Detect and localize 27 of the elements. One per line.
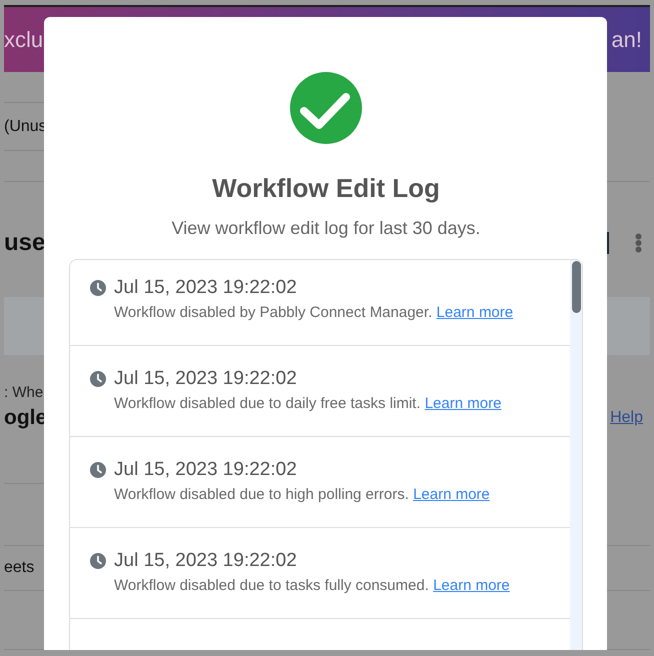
log-timestamp: Jul 15, 2023 19:22:02	[114, 277, 298, 299]
modal-subtitle: View workflow edit log for last 30 days.	[172, 217, 480, 239]
help-link[interactable]: Help	[610, 409, 643, 427]
modal-title: Workflow Edit Log	[212, 172, 440, 204]
log-message: Workflow disabled due to high polling errors. Learn more	[114, 485, 491, 505]
log-timestamp: Jul 15, 2023 19:22:02	[114, 550, 298, 572]
clock-icon	[90, 553, 106, 569]
learn-more-link[interactable]: Learn more	[436, 304, 514, 321]
row-label: eets	[4, 559, 34, 577]
clock-icon	[90, 462, 106, 478]
log-message: Workflow disabled by Pabbly Connect Manager. Learn more	[114, 303, 514, 323]
clock-icon	[90, 371, 106, 387]
banner-text: an!	[611, 26, 642, 52]
learn-more-link[interactable]: Learn more	[424, 395, 502, 412]
log-timestamp: Jul 15, 2023 19:22:02	[114, 368, 298, 390]
kebab-menu-icon[interactable]	[635, 233, 642, 253]
log-message: Workflow disabled due to daily free tasks limit. Learn more	[114, 394, 502, 414]
check-circle-icon	[290, 72, 362, 144]
scrollbar-thumb[interactable]	[572, 261, 581, 313]
learn-more-link[interactable]: Learn more	[413, 486, 490, 503]
page-heading: use	[4, 229, 46, 257]
log-timestamp: Jul 15, 2023 19:22:02	[114, 459, 298, 481]
banner-text: xclu	[4, 26, 44, 52]
field-label: : Whe	[4, 385, 44, 401]
learn-more-link[interactable]: Learn more	[433, 577, 510, 594]
clock-icon	[90, 280, 106, 296]
log-message: Workflow disabled due to tasks fully consumed. Learn more	[114, 576, 511, 596]
